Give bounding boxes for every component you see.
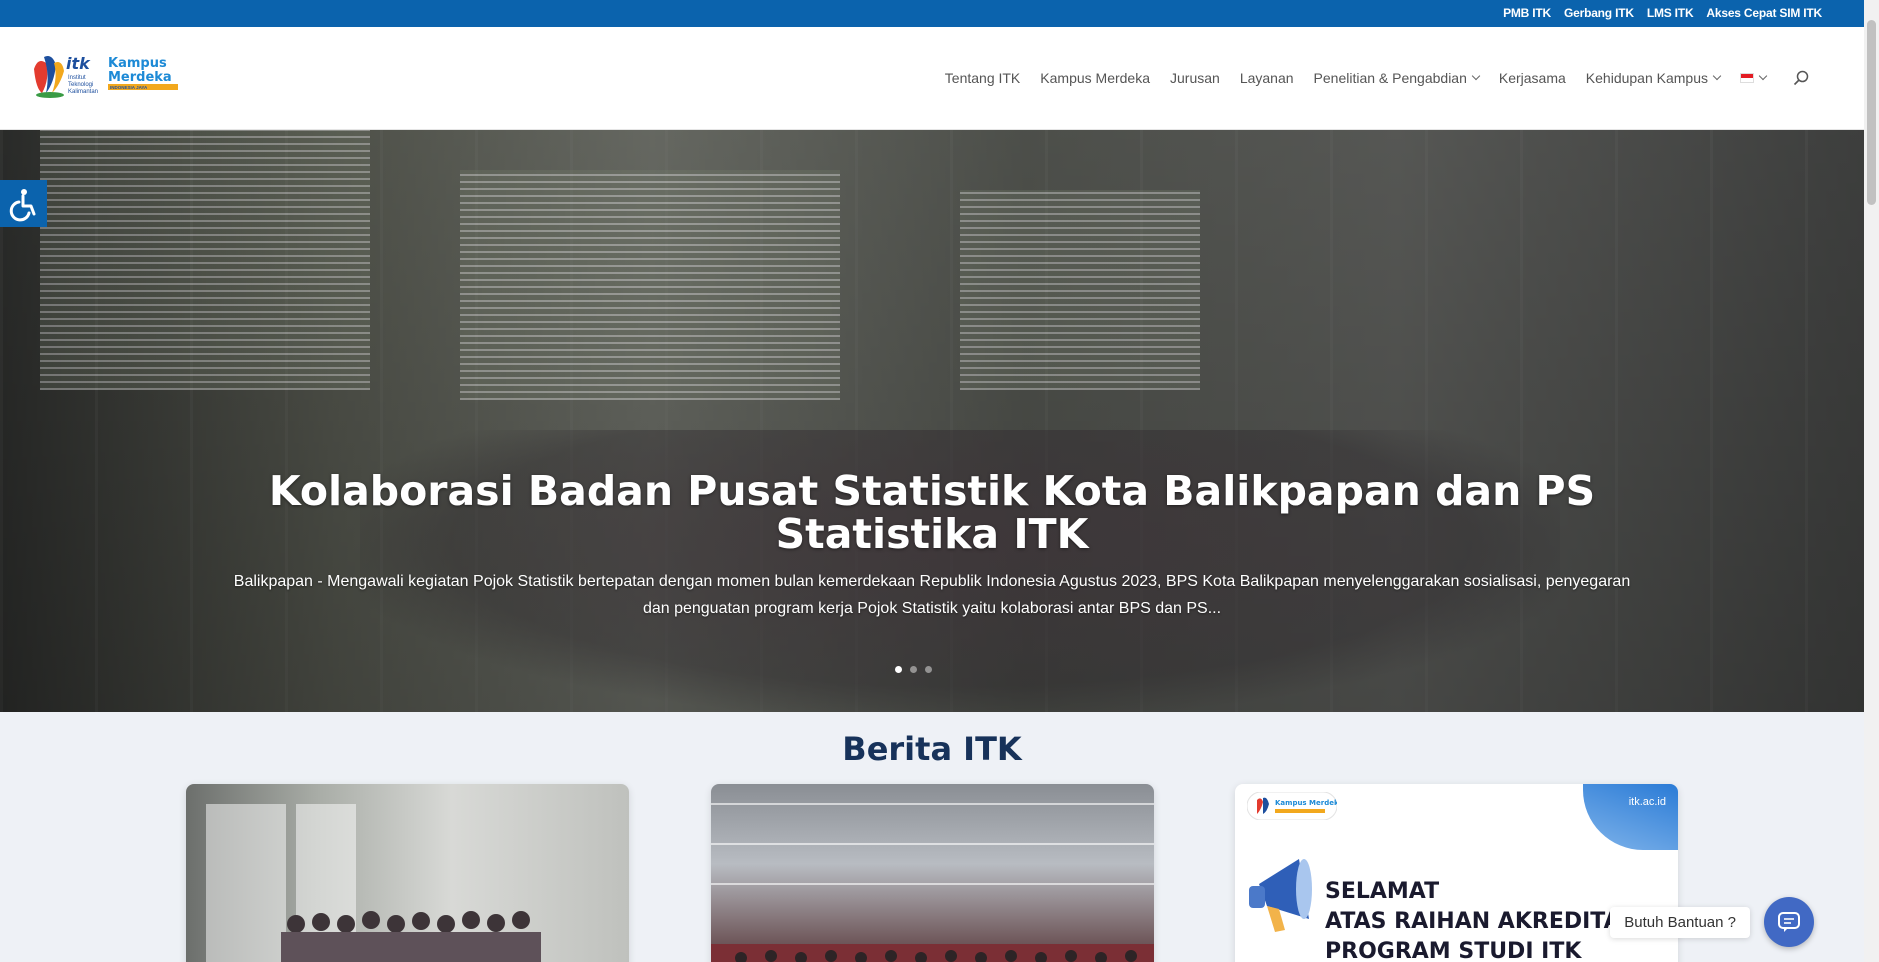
poster-logo: Kampus Merdeka (1247, 792, 1337, 820)
nav-label: Layanan (1239, 70, 1294, 86)
news-card[interactable] (711, 784, 1154, 962)
news-card-image (206, 804, 541, 962)
slider-dot[interactable] (895, 666, 902, 673)
hero-title[interactable]: Kolaborasi Badan Pusat Statistik Kota Ba… (200, 470, 1664, 556)
poster-site-url: itk.ac.id (1628, 796, 1666, 808)
top-link-pmb[interactable]: PMB ITK (1503, 6, 1551, 20)
top-links: PMB ITK Gerbang ITK LMS ITK Akses Cepat … (1503, 6, 1822, 20)
wheelchair-icon (9, 189, 36, 222)
search-icon[interactable] (1792, 69, 1810, 87)
logo-partner-text: Kampus (108, 56, 167, 71)
top-bar: PMB ITK Gerbang ITK LMS ITK Akses Cepat … (0, 0, 1864, 27)
berita-title: Berita ITK (842, 730, 1022, 768)
logo-partner-sub: INDONESIA JAYA (110, 85, 148, 90)
nav-label: Kampus Merdeka (1040, 70, 1150, 86)
poster-line: SELAMAT (1325, 879, 1440, 904)
poster-headline: SELAMAT ATAS RAIHAN AKREDITASI PROGRAM S… (1325, 877, 1645, 962)
chat-icon (1778, 912, 1800, 932)
poster-logo-text: Kampus Merdeka (1275, 799, 1337, 807)
chevron-down-icon (1758, 71, 1768, 81)
hero-excerpt: Balikpapan - Mengawali kegiatan Pojok St… (233, 573, 1631, 617)
site-logo[interactable]: itk Institut Teknologi Kalimantan Kampus… (30, 49, 182, 103)
nav-label: Jurusan (1170, 70, 1220, 86)
nav-jurusan[interactable]: Jurusan (1170, 70, 1220, 86)
help-label[interactable]: Butuh Bantuan ? (1610, 906, 1750, 938)
svg-text:Teknologi: Teknologi (68, 82, 93, 88)
chevron-down-icon (1712, 71, 1722, 81)
accessibility-button[interactable] (0, 180, 47, 227)
poster-corner-shape (1583, 784, 1678, 850)
chat-button[interactable] (1764, 897, 1814, 947)
chevron-down-icon (1471, 71, 1481, 81)
main-nav: Tentang ITK Kampus Merdeka Jurusan Layan… (925, 69, 1810, 87)
help-widget: Butuh Bantuan ? (1610, 897, 1814, 947)
poster-line: ATAS RAIHAN AKREDITASI (1325, 909, 1645, 934)
id-flag-icon (1740, 73, 1754, 83)
slider-dot[interactable] (925, 666, 932, 673)
nav-kehidupan-kampus[interactable]: Kehidupan Kampus (1585, 70, 1722, 86)
slider-dots (895, 666, 932, 673)
hero-slider[interactable]: Kolaborasi Badan Pusat Statistik Kota Ba… (0, 130, 1864, 712)
logo-itk-subtext: Institut (68, 75, 86, 81)
nav-kampus-merdeka[interactable]: Kampus Merdeka (1040, 70, 1150, 86)
top-link-gerbang[interactable]: Gerbang ITK (1564, 6, 1634, 20)
hero-bg-window (960, 190, 1200, 390)
hero-bg-window (460, 170, 840, 400)
top-link-sim[interactable]: Akses Cepat SIM ITK (1706, 6, 1822, 20)
slider-dot[interactable] (910, 666, 917, 673)
nav-layanan[interactable]: Layanan (1240, 70, 1294, 86)
svg-text:Kalimantan: Kalimantan (68, 89, 98, 95)
megaphone-icon (1249, 859, 1312, 932)
hero-bg-window (40, 130, 370, 390)
news-card[interactable] (186, 784, 629, 962)
news-card-image (711, 803, 1154, 962)
page-scrollbar[interactable] (1864, 0, 1879, 962)
logo-itk-text: itk (66, 54, 91, 73)
svg-text:Merdeka: Merdeka (108, 70, 172, 85)
nav-label: Penelitian & Pengabdian (1313, 70, 1467, 86)
nav-tentang-itk[interactable]: Tentang ITK (945, 70, 1021, 86)
nav-kerjasama[interactable]: Kerjasama (1499, 70, 1566, 86)
nav-label: Tentang ITK (944, 70, 1021, 86)
language-switcher[interactable] (1740, 71, 1768, 83)
nav-penelitian-pengabdian[interactable]: Penelitian & Pengabdian (1313, 70, 1481, 86)
poster-line: PROGRAM STUDI ITK (1325, 939, 1582, 962)
nav-label: Kehidupan Kampus (1585, 70, 1708, 86)
site-header: itk Institut Teknologi Kalimantan Kampus… (0, 27, 1864, 130)
scrollbar-thumb[interactable] (1867, 20, 1876, 205)
nav-label: Kerjasama (1498, 70, 1566, 86)
top-link-lms[interactable]: LMS ITK (1647, 6, 1694, 20)
